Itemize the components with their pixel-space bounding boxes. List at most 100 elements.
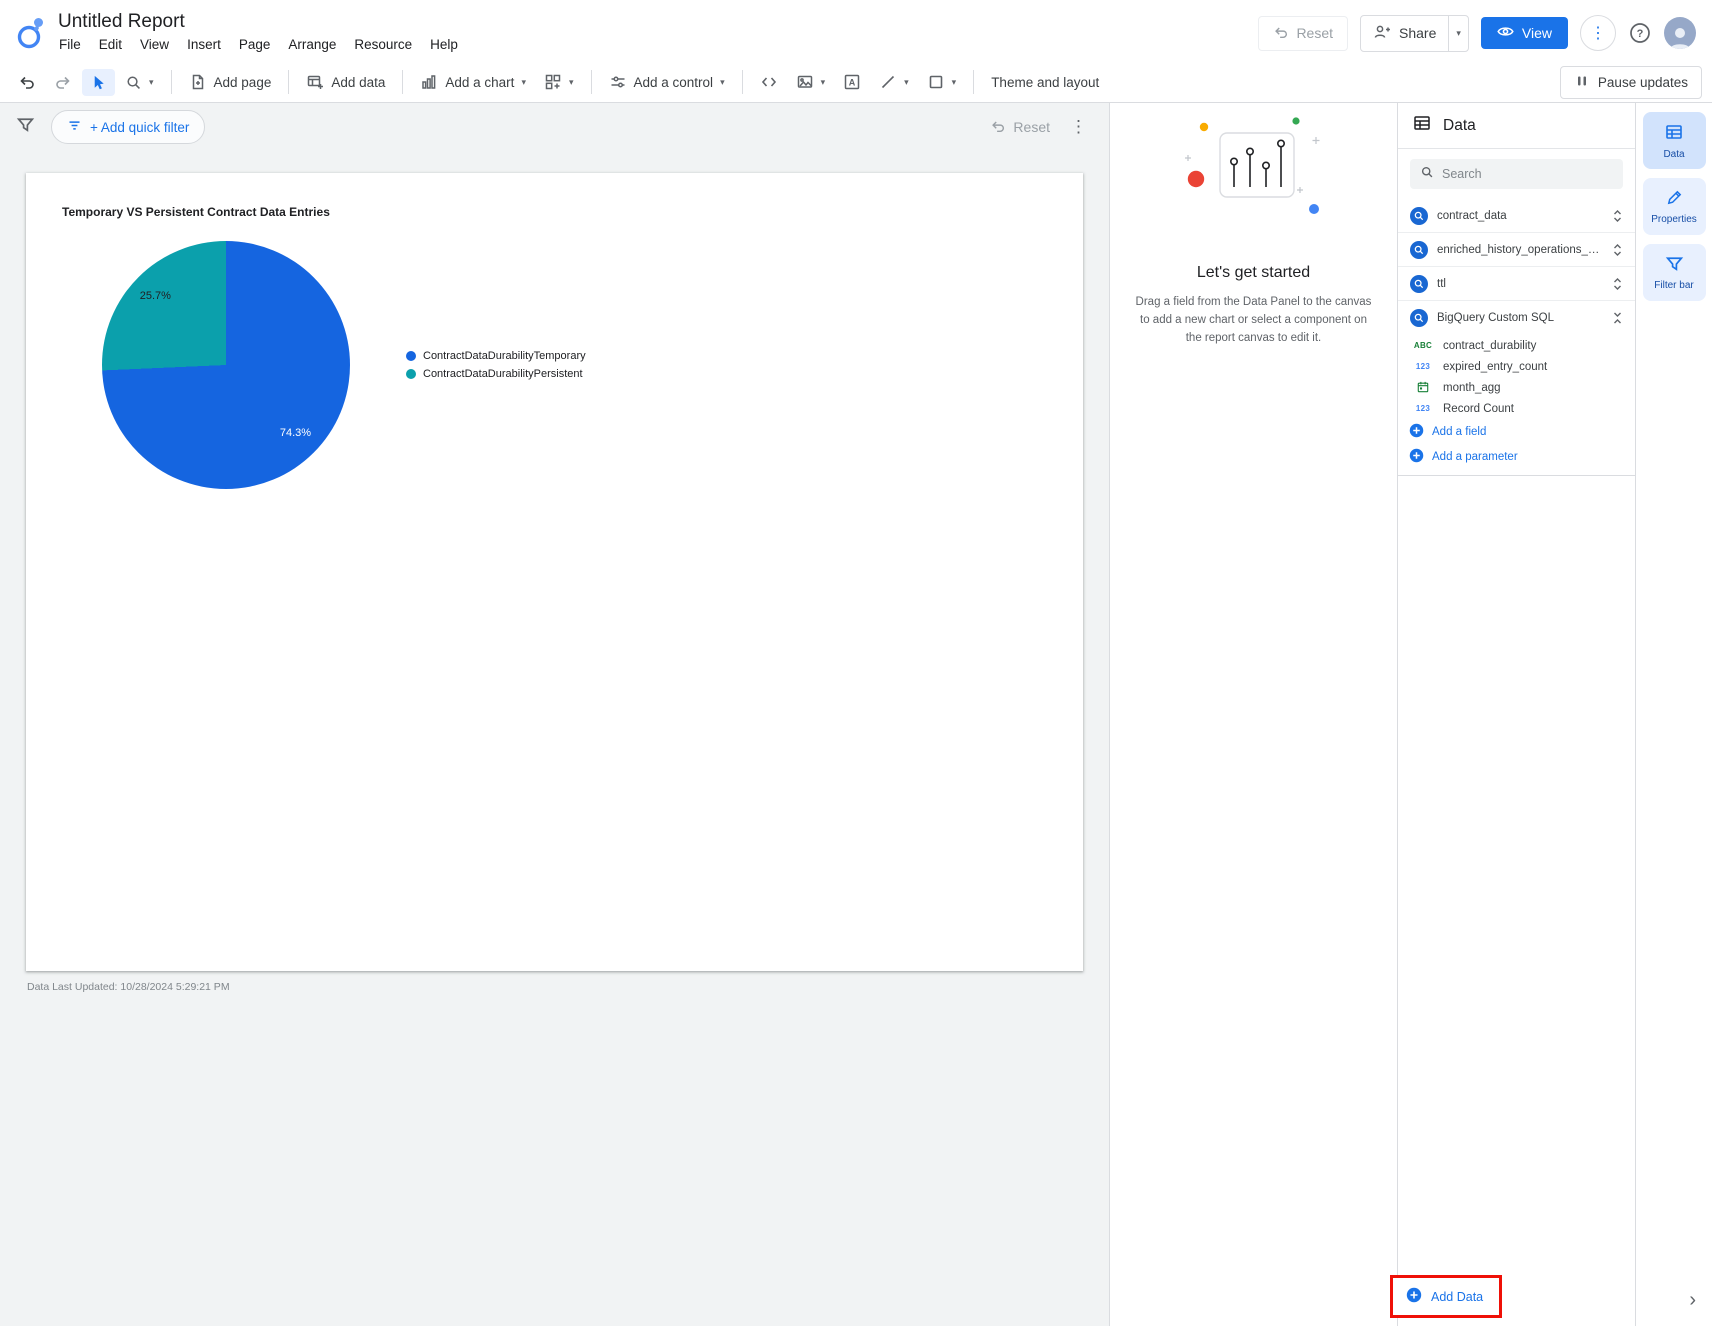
field-row[interactable]: 123 Record Count — [1398, 398, 1635, 419]
insert-image-button[interactable]: ▾ — [788, 68, 834, 96]
calendar-icon — [1410, 381, 1436, 395]
legend-label: ContractDataDurabilityPersistent — [423, 368, 583, 380]
plus-circle-icon — [1409, 423, 1424, 441]
report-page[interactable]: Temporary VS Persistent Contract Data En… — [26, 173, 1083, 971]
add-field-button[interactable]: Add a field — [1398, 419, 1635, 444]
kebab-icon: ⋮ — [1070, 117, 1087, 136]
expand-source-button[interactable] — [1610, 243, 1625, 257]
plus-circle-icon — [1406, 1287, 1422, 1306]
add-quick-filter-button[interactable]: + Add quick filter — [51, 110, 206, 144]
eye-icon — [1497, 25, 1514, 41]
add-chart-button[interactable]: Add a chart ▾ — [412, 68, 534, 96]
undo-button[interactable] — [10, 68, 44, 96]
menu-view[interactable]: View — [131, 34, 178, 55]
tab-filter-bar[interactable]: Filter bar — [1642, 244, 1706, 301]
reset-button[interactable]: Reset — [1258, 15, 1349, 51]
looker-studio-logo — [14, 14, 48, 52]
chevron-down-icon: ▾ — [568, 76, 574, 87]
add-control-button[interactable]: Add a control ▾ — [601, 68, 733, 96]
filter-reset-button[interactable]: Reset — [990, 118, 1050, 137]
report-title[interactable]: Untitled Report — [58, 11, 185, 33]
field-name: expired_entry_count — [1443, 360, 1548, 373]
number-field-icon: 123 — [1415, 362, 1431, 371]
legend-item: ContractDataDurabilityTemporary — [406, 350, 586, 362]
collapse-source-button[interactable] — [1610, 311, 1625, 325]
data-panel-title: Data — [1443, 116, 1476, 134]
menu-resource[interactable]: Resource — [345, 34, 421, 55]
toolbar-divider — [973, 70, 975, 94]
menu-edit[interactable]: Edit — [90, 34, 131, 55]
add-data-button[interactable]: Add Data — [1393, 1278, 1500, 1315]
zoom-tool-button[interactable]: ▾ — [117, 69, 162, 96]
data-source-row[interactable]: BigQuery Custom SQL — [1398, 301, 1635, 335]
tab-label: Data — [1663, 148, 1685, 160]
legend-label: ContractDataDurabilityTemporary — [423, 350, 586, 362]
menu-arrange[interactable]: Arrange — [279, 34, 345, 55]
menu-help[interactable]: Help — [421, 34, 467, 55]
bigquery-icon — [1410, 274, 1428, 293]
insert-shape-button[interactable]: ▾ — [919, 68, 965, 96]
data-source-row[interactable]: contract_data — [1398, 199, 1635, 233]
legend-swatch — [406, 369, 416, 379]
menu-page[interactable]: Page — [230, 34, 280, 55]
report-canvas[interactable]: Temporary VS Persistent Contract Data En… — [0, 151, 1109, 1326]
community-visualizations-button[interactable]: ▾ — [536, 68, 582, 96]
filter-bar-more-button[interactable]: ⋮ — [1064, 115, 1093, 139]
panel-divider — [1398, 475, 1635, 476]
insert-text-button[interactable]: A — [835, 68, 869, 96]
toolbar-divider — [170, 70, 172, 94]
data-source-row[interactable]: ttl — [1398, 267, 1635, 301]
menu-file[interactable]: File — [50, 34, 90, 55]
edit-toolbar: ▾ Add page Add data Add a chart ▾ ▾ Add … — [0, 62, 1712, 103]
more-options-button[interactable]: ⋮ — [1580, 15, 1616, 51]
menu-insert[interactable]: Insert — [178, 34, 230, 55]
annotation-highlight-box: Add Data — [1390, 1275, 1503, 1318]
menu-bar: File Edit View Insert Page Arrange Resou… — [50, 34, 1258, 55]
data-source-name: contract_data — [1437, 209, 1507, 222]
add-data-toolbar-button[interactable]: Add data — [298, 68, 393, 96]
embed-code-button[interactable] — [752, 68, 786, 96]
redo-button[interactable] — [46, 68, 80, 96]
search-input[interactable] — [1442, 167, 1613, 181]
toolbar-divider — [741, 70, 743, 94]
legend-item: ContractDataDurabilityPersistent — [406, 368, 586, 380]
svg-text:A: A — [849, 78, 856, 88]
collapse-panel-button[interactable]: › — [1689, 1290, 1696, 1310]
help-button[interactable]: ? — [1628, 21, 1652, 45]
tab-data[interactable]: Data — [1642, 112, 1706, 169]
chevron-right-icon: › — [1689, 1289, 1696, 1311]
quick-filter-bar: + Add quick filter Reset ⋮ — [0, 103, 1109, 151]
select-tool-button[interactable] — [82, 68, 115, 96]
data-search-box — [1410, 159, 1623, 189]
data-last-updated: Data Last Updated: 10/28/2024 5:29:21 PM — [27, 981, 230, 993]
data-source-row[interactable]: enriched_history_operations_sorob... — [1398, 233, 1635, 267]
add-person-icon — [1373, 23, 1391, 44]
getting-started-illustration — [1176, 115, 1332, 232]
view-button[interactable]: View — [1480, 17, 1568, 49]
pie-chart-component[interactable]: Temporary VS Persistent Contract Data En… — [26, 173, 1083, 489]
tab-properties[interactable]: Properties — [1642, 178, 1706, 235]
share-dropdown-button[interactable]: ▾ — [1449, 16, 1468, 51]
pie-chart-body: 74.3% 25.7% ContractDataDurabilityTempor… — [102, 241, 1083, 489]
pause-updates-button[interactable]: Pause updates — [1559, 65, 1702, 99]
theme-and-layout-button[interactable]: Theme and layout — [983, 70, 1107, 95]
account-avatar[interactable] — [1664, 17, 1696, 49]
field-name: contract_durability — [1443, 339, 1537, 352]
insert-line-button[interactable]: ▾ — [871, 68, 917, 96]
add-page-button[interactable]: Add page — [181, 68, 280, 96]
expand-source-button[interactable] — [1610, 209, 1625, 223]
field-row[interactable]: month_agg — [1398, 377, 1635, 398]
expand-source-button[interactable] — [1610, 277, 1625, 291]
looker-studio-app: Untitled Report File Edit View Insert Pa… — [0, 0, 1712, 1326]
share-button[interactable]: Share — [1361, 16, 1448, 51]
chevron-down-icon: ▾ — [951, 76, 957, 87]
getting-started-body: Drag a field from the Data Panel to the … — [1135, 296, 1372, 344]
add-parameter-button[interactable]: Add a parameter — [1398, 444, 1635, 469]
field-row[interactable]: 123 expired_entry_count — [1398, 356, 1635, 377]
chevron-down-icon: ▾ — [149, 76, 154, 87]
chevron-down-icon: ▾ — [1456, 27, 1461, 38]
field-row[interactable]: ABC contract_durability — [1398, 335, 1635, 356]
header-actions: Reset Share ▾ View ⋮ ? — [1258, 14, 1696, 52]
toolbar-divider — [590, 70, 592, 94]
pie-chart[interactable]: 74.3% 25.7% — [102, 241, 350, 489]
